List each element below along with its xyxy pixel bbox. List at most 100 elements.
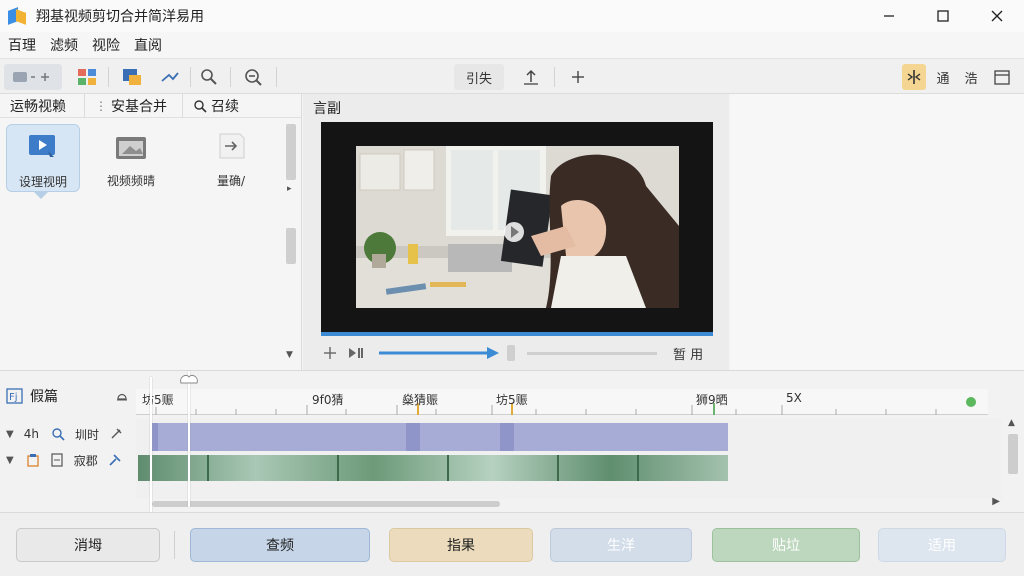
export-button[interactable] <box>518 64 544 90</box>
media-item-1-label: 设理视明 <box>18 175 67 189</box>
action-button-2[interactable]: 查频 <box>190 528 370 562</box>
search-icon <box>194 100 207 113</box>
media-item-1[interactable]: 设理视明 <box>6 124 80 192</box>
media-item-3-label: 量确/ <box>216 174 246 188</box>
minimize-button[interactable] <box>862 0 916 32</box>
media-item-3[interactable]: 量确/ <box>194 124 268 192</box>
volume-slider[interactable] <box>527 352 657 355</box>
timeline-hscrollbar[interactable]: ▶ <box>150 496 1000 509</box>
playback-progress-bar[interactable] <box>321 332 713 336</box>
add-clip-icon[interactable] <box>323 346 337 360</box>
zoom-out-button[interactable] <box>240 64 266 90</box>
ruler-label-4: 坊5赈 <box>496 393 528 407</box>
vscroll-up-icon[interactable]: ▲ <box>1008 418 1015 428</box>
tab-media-2[interactable]: ⋮ 安基合并 <box>84 94 182 118</box>
scroll-right-icon[interactable]: ▶ <box>992 496 1000 507</box>
tab-search[interactable]: 召续 <box>182 94 300 118</box>
collapse-icon[interactable]: ▼ <box>6 429 14 440</box>
calendar-button[interactable] <box>990 64 1014 90</box>
svg-text:Fj: Fj <box>9 392 18 403</box>
tab-search-label: 召续 <box>211 99 239 115</box>
toolbar-right-label-1: 通 <box>936 71 950 87</box>
ruler-label-6: 5X <box>786 391 802 405</box>
hscroll-thumb[interactable] <box>152 501 500 507</box>
snap-toggle-button[interactable] <box>902 64 926 90</box>
track-area[interactable] <box>136 419 1002 499</box>
app-logo-icon <box>8 7 26 25</box>
tab-media-1[interactable]: 运畅视赖 <box>0 94 84 118</box>
action-button-5[interactable]: 贴垃 <box>712 528 860 562</box>
action-button-1[interactable]: 消坶 <box>16 528 160 562</box>
video-player[interactable] <box>321 122 713 332</box>
menu-item-3[interactable]: 视险 <box>92 35 120 55</box>
track-header-1: ▼ 4h 圳时 <box>6 423 123 445</box>
video-file-icon <box>26 133 60 163</box>
calendar-icon <box>994 70 1010 85</box>
playhead-line-2[interactable] <box>188 371 190 507</box>
document-icon[interactable] <box>50 453 64 467</box>
action-button-6[interactable]: 适用 <box>878 528 1006 562</box>
redo-button[interactable] <box>156 64 184 90</box>
split-label: 引失 <box>465 71 492 87</box>
collapse-icon-2[interactable]: ▼ <box>6 455 14 466</box>
toolbar: 引失 通 浩 <box>0 58 1024 94</box>
vscroll-thumb[interactable] <box>1008 434 1018 474</box>
action-button-3[interactable]: 指果 <box>389 528 533 562</box>
maximize-button[interactable] <box>916 0 970 32</box>
clip-edit-icon <box>123 69 141 85</box>
split-button[interactable]: 引失 <box>454 64 504 90</box>
preview-panel: 言副 暂 用 <box>303 94 729 370</box>
close-button[interactable] <box>970 0 1024 32</box>
seek-arrow-icon[interactable] <box>377 346 501 360</box>
toolbar-right-label-2: 浩 <box>964 71 978 87</box>
video-frame-image <box>356 146 679 308</box>
media-scrollbar[interactable]: ▸ ▼ <box>285 120 297 366</box>
timeline-header: Fj 假篇 <box>0 385 136 407</box>
menu-bar: 百理 滤频 视险 直阅 <box>0 32 1024 58</box>
folder-icon <box>114 132 148 162</box>
pin-icon[interactable] <box>109 427 123 441</box>
import-dropdown-button[interactable] <box>4 64 62 90</box>
action-button-4[interactable]: 生洋 <box>550 528 692 562</box>
tab-grip-icon: ⋮ <box>95 99 107 113</box>
zoom-in-button[interactable] <box>196 64 222 90</box>
seek-handle[interactable] <box>507 345 515 361</box>
close-icon <box>991 10 1003 22</box>
playhead-line[interactable] <box>150 377 152 513</box>
clip-marker-2[interactable] <box>406 423 420 451</box>
ruler-label-5: 狮9晒 <box>696 393 728 407</box>
media-scroll-thumb-2[interactable] <box>286 228 296 264</box>
audio-clip[interactable] <box>156 423 728 451</box>
tab-media-2-label: 安基合并 <box>111 99 167 115</box>
clip-edit-button[interactable] <box>118 64 146 90</box>
toolbar-right-button-2[interactable]: 浩 <box>960 64 982 90</box>
menu-item-2[interactable]: 滤频 <box>50 35 78 55</box>
media-scroll-thumb[interactable] <box>286 124 296 180</box>
track-settings-icon[interactable]: Fj <box>6 388 24 404</box>
timeline-ruler[interactable]: 坊5赈 9f0猜 燊猜赈 坊5赈 狮9晒 5X <box>136 389 988 415</box>
clipboard-icon[interactable] <box>26 453 40 467</box>
ruler-label-1: 坊5赈 <box>142 393 174 407</box>
playhead-handle-icon[interactable] <box>178 371 200 385</box>
menu-item-4[interactable]: 直阅 <box>134 35 162 55</box>
status-dot <box>966 397 976 407</box>
menu-item-1[interactable]: 百理 <box>8 35 36 55</box>
playback-controls: 暂 用 <box>321 342 721 366</box>
add-button[interactable] <box>566 64 590 90</box>
app-window: 翔基视频剪切合并简洋易用 百理 滤频 视险 直阅 引失 通 浩 运畅视赖 ⋮ 安… <box>0 0 1024 576</box>
track-header-2: ▼ 寂郡 <box>6 449 122 471</box>
track-search-icon[interactable] <box>51 427 65 441</box>
clip-marker-3[interactable] <box>500 423 514 451</box>
pin-blue-icon[interactable] <box>108 453 122 467</box>
next-frame-icon[interactable] <box>347 346 365 360</box>
media-item-2[interactable]: 视频频晴 <box>94 124 168 192</box>
bottom-action-bar: 消坶 查频 指果 生洋 贴垃 适用 <box>0 512 1024 576</box>
timeline-vscrollbar[interactable]: ▲ <box>1006 418 1020 508</box>
grid-view-button[interactable] <box>74 64 100 90</box>
ruler-label-2: 9f0猜 <box>312 393 344 407</box>
ruler-label-3: 燊猜赈 <box>402 393 439 407</box>
preview-right-label[interactable]: 暂 用 <box>673 344 703 363</box>
bell-icon[interactable] <box>116 390 128 402</box>
toolbar-right-button-1[interactable]: 通 <box>932 64 954 90</box>
scroll-down-icon[interactable]: ▼ <box>286 350 293 360</box>
